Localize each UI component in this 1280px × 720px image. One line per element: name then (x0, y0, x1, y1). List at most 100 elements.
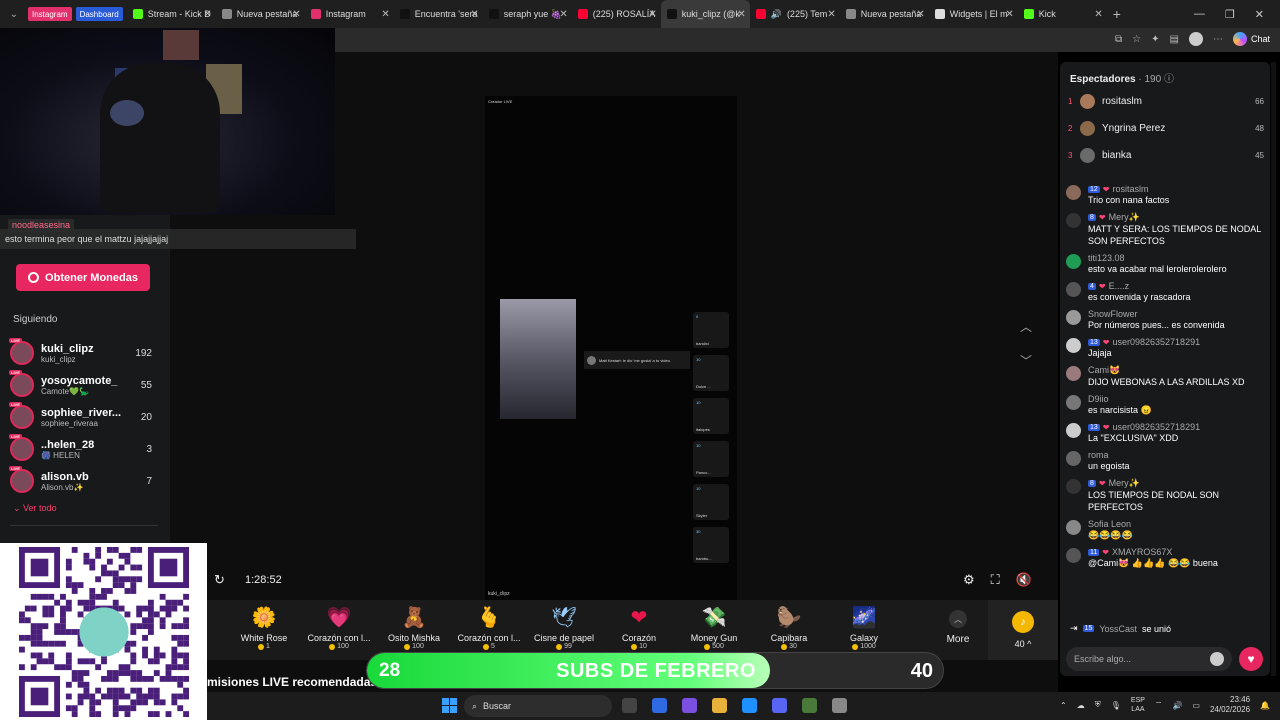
chat-message[interactable]: Sofia Leon 😂😂😂😂 (1066, 519, 1266, 541)
new-tab-icon[interactable]: + (1113, 6, 1121, 22)
close-tab-icon[interactable]: ✕ (916, 9, 924, 20)
browser-tab[interactable]: (225) ROSALÍA ✕ (572, 0, 661, 28)
browser-tab[interactable]: Stream - Kick D ✕ (127, 0, 216, 28)
favorite-star-icon[interactable]: ☆ (1132, 34, 1141, 45)
close-tab-icon[interactable]: ✕ (470, 9, 478, 20)
close-tab-icon[interactable]: ✕ (737, 9, 745, 20)
browser-tab[interactable]: Nueva pestaña ✕ (840, 0, 929, 28)
gift-sender-card[interactable]: 10 Panco... (693, 441, 729, 477)
gift-item[interactable]: 🌌 Galaxy 1000 (825, 604, 903, 651)
copilot-chat-button[interactable]: Chat (1232, 32, 1270, 46)
close-tab-icon[interactable]: ✕ (1094, 9, 1102, 20)
following-item[interactable]: LIVE kuki_clipz kuki_clipz 192 (9, 337, 158, 369)
tab-pill[interactable]: Dashboard (75, 7, 123, 21)
file-explorer-icon[interactable] (712, 698, 727, 713)
settings-icon[interactable]: ⚙ (963, 572, 975, 588)
fullscreen-icon[interactable]: ⛶ (991, 572, 1000, 588)
clock[interactable]: 23:46 24/02/2026 (1210, 695, 1250, 715)
top-viewer-row[interactable]: 3 bianka 45 (1068, 142, 1264, 169)
collections-icon[interactable]: ▤ (1170, 34, 1179, 45)
close-tab-icon[interactable]: ✕ (827, 9, 835, 20)
obs-icon[interactable] (832, 698, 847, 713)
close-tab-icon[interactable]: ✕ (292, 9, 300, 20)
mute-icon[interactable]: 🔇 (1016, 572, 1032, 588)
copilot-app-icon[interactable] (682, 698, 697, 713)
username[interactable]: Mery✨ (1109, 478, 1140, 489)
volume-icon[interactable]: 🔊 (1172, 701, 1182, 710)
wifi-icon[interactable]: ⌔ (1155, 700, 1163, 710)
following-item[interactable]: LIVE yosoycamote_ Camote💚🦕 55 (9, 369, 158, 401)
username[interactable]: titi123.08 (1088, 253, 1125, 263)
browser-tab[interactable]: 🔊 (225) Tem ✕ (750, 0, 840, 28)
username[interactable]: XMAYROS67X (1112, 547, 1172, 557)
username[interactable]: D9iio (1088, 394, 1109, 404)
username[interactable]: rositaslm (1113, 184, 1149, 194)
chat-message[interactable]: Cami😻 DIJO WEBONAS A LAS ARDILLAS XD (1066, 365, 1266, 388)
language-indicator[interactable]: ESP LAA (1131, 696, 1145, 714)
discord-icon[interactable] (772, 698, 787, 713)
get-coins-button[interactable]: Obtener Monedas (16, 264, 150, 291)
send-heart-button[interactable]: ♥ (1239, 647, 1263, 671)
audio-icon[interactable]: 🔊 (771, 9, 782, 20)
username[interactable]: Sofia Leon (1088, 519, 1131, 529)
browser-tab[interactable]: Kick ✕ (1018, 0, 1107, 28)
windows-start-icon[interactable] (442, 698, 457, 713)
chat-message[interactable]: 8 ❤ Mery✨ LOS TIEMPOS DE NODAL SON PERFECTO… (1066, 478, 1266, 513)
chat-message[interactable]: 13 ❤ user09826352718291 La "EXCLUSIVA" XDD (1066, 422, 1266, 444)
gift-sender-card[interactable]: 10 Dulce ... (693, 355, 729, 391)
previous-stream-icon[interactable]: ︿ (1020, 318, 1032, 335)
cloud-icon[interactable]: ☁ (1077, 701, 1085, 710)
gift-sender-card[interactable]: 10 italopes (693, 398, 729, 434)
app-icon[interactable] (802, 698, 817, 713)
address-bar[interactable]: ⧉ ☆ ✦ ▤ ⋯ Chat (335, 28, 1280, 52)
close-tab-icon[interactable]: ✕ (1005, 9, 1013, 20)
close-tab-icon[interactable]: ✕ (648, 9, 656, 20)
chat-message[interactable]: roma un egoista (1066, 450, 1266, 472)
username[interactable]: Mery✨ (1109, 212, 1140, 223)
task-view-icon[interactable] (622, 698, 637, 713)
gift-item[interactable]: 🧸 Osito Mishka 100 (375, 604, 453, 651)
following-item[interactable]: LIVE ..helen_28 🎆 HELEN 3 (9, 433, 158, 465)
open-in-app-icon[interactable]: ⧉ (1115, 34, 1122, 45)
close-window-icon[interactable]: ✕ (1255, 8, 1264, 21)
browser-tab[interactable]: Widgets | El m ✕ (929, 0, 1018, 28)
more-options-icon[interactable]: ⋯ (1213, 34, 1223, 45)
see-all-link[interactable]: ⌄ Ver todo (13, 503, 57, 514)
chat-message[interactable]: SnowFlower Por números pues... es conveni… (1066, 309, 1266, 331)
gift-sender-card[interactable]: 0 bandixi (693, 312, 729, 348)
chat-message[interactable]: D9iio es narcisista 😠 (1066, 394, 1266, 416)
gift-item[interactable]: 🌼 White Rose 1 (225, 604, 303, 651)
chat-message[interactable]: 13 ❤ user09826352718291 Jajaja (1066, 337, 1266, 359)
gift-item[interactable]: 🫰 Corazón con l... 5 (450, 604, 528, 651)
emoji-icon[interactable] (1210, 652, 1224, 666)
username[interactable]: user09826352718291 (1113, 337, 1201, 347)
gift-item[interactable]: 🦫 Capibara 30 (750, 604, 828, 651)
chat-message[interactable]: 4 ❤ E....z es convenida y rascadora (1066, 281, 1266, 303)
live-video-frame[interactable]: Creador LIVE Matt Kestart: le dio 'me gu… (485, 96, 737, 600)
minimize-icon[interactable]: — (1194, 8, 1205, 20)
maximize-icon[interactable]: ❐ (1225, 8, 1235, 21)
top-viewer-row[interactable]: 1 rositaslm 66 (1068, 88, 1264, 115)
username[interactable]: E....z (1109, 281, 1130, 291)
page-scrollbar[interactable] (1271, 62, 1276, 676)
profile-avatar[interactable] (1188, 32, 1203, 46)
mic-icon[interactable]: 🎙 (1111, 701, 1121, 710)
browser-tab[interactable]: Nueva pestaña ✕ (216, 0, 305, 28)
browser-tab[interactable]: kuki_clipz (@k ✕ (660, 0, 750, 28)
gift-item[interactable]: 🕊 Cisne de papel 99 (525, 604, 603, 651)
close-tab-icon[interactable]: ✕ (381, 9, 389, 20)
chat-message[interactable]: 8 ❤ Mery✨ MATT Y SERA: LOS TIEMPOS DE NODAL… (1066, 212, 1266, 247)
browser-tab[interactable]: seraph yue 🍇 ✕ (483, 0, 572, 28)
tab-pill[interactable]: Instagram (28, 7, 72, 21)
gift-sender-card[interactable]: 10 Skyler (693, 484, 729, 520)
edge-icon[interactable] (742, 698, 757, 713)
more-gifts-button[interactable]: ︿ More (940, 610, 976, 645)
close-tab-icon[interactable]: ✕ (203, 9, 211, 20)
chevron-up-icon[interactable]: ⌃ (1060, 701, 1067, 710)
browser-tab[interactable]: Instagram ✕ (305, 0, 394, 28)
close-tab-icon[interactable]: ✕ (559, 9, 567, 20)
browser-tab[interactable]: Encuentra 'sera ✕ (394, 0, 483, 28)
notifications-icon[interactable]: 🔔 (1260, 701, 1270, 710)
chat-input[interactable]: Escribe algo... (1066, 647, 1232, 671)
video-thumbnail[interactable] (500, 299, 576, 419)
